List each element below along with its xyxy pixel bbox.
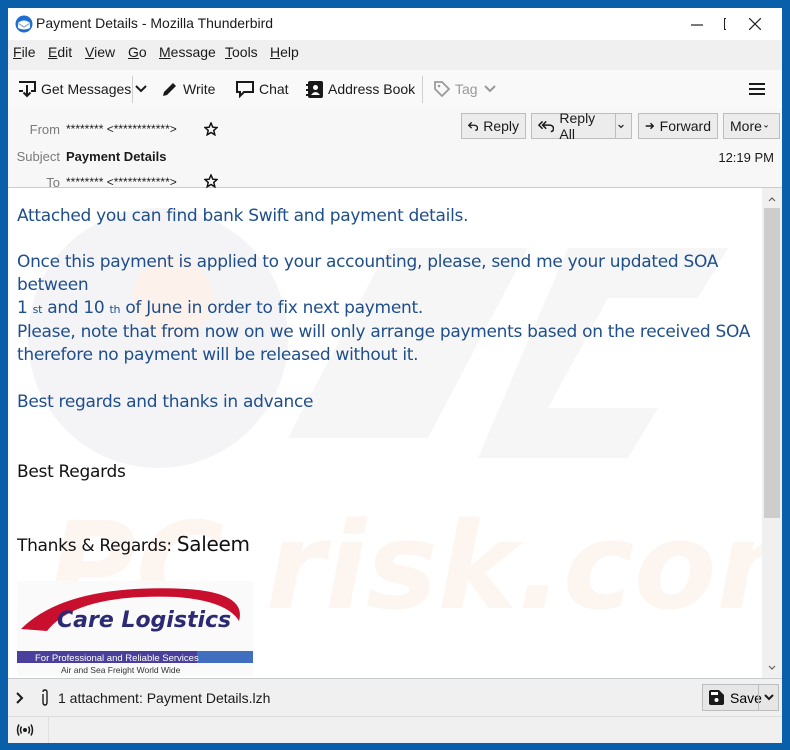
forward-button[interactable]: Forward bbox=[638, 113, 718, 139]
attachment-summary[interactable]: 1 attachment: Payment Details.lzh bbox=[58, 690, 270, 706]
to-value[interactable]: ******** <************> bbox=[66, 175, 177, 189]
message-time: 12:19 PM bbox=[718, 150, 774, 165]
window-title: Payment Details - Mozilla Thunderbird bbox=[36, 15, 274, 31]
write-button[interactable]: Write bbox=[161, 75, 215, 103]
more-button[interactable]: More bbox=[723, 113, 780, 139]
online-status-icon[interactable] bbox=[16, 723, 34, 737]
chevron-up-icon bbox=[768, 196, 776, 201]
chevron-down-icon[interactable] bbox=[764, 694, 774, 701]
star-icon[interactable] bbox=[204, 122, 218, 136]
chevron-down-icon bbox=[768, 665, 776, 670]
toolbar-separator bbox=[132, 76, 133, 103]
menu-go[interactable]: Go bbox=[128, 44, 147, 60]
forward-arrow-icon bbox=[645, 122, 655, 130]
message-header: From ******** <************> Subject Pay… bbox=[8, 108, 782, 190]
download-mail-icon bbox=[19, 81, 36, 98]
signature-line: Best Regards bbox=[17, 462, 126, 482]
menu-view[interactable]: View bbox=[85, 44, 115, 60]
hamburger-menu-icon bbox=[749, 83, 765, 95]
from-value[interactable]: ******** <************> bbox=[66, 122, 177, 136]
maximize-button[interactable] bbox=[680, 8, 726, 40]
close-icon bbox=[749, 18, 761, 30]
logo-subtagline: Air and Sea Freight World Wide bbox=[61, 665, 181, 675]
scroll-down-arrow[interactable] bbox=[762, 658, 782, 676]
menu-edit[interactable]: Edit bbox=[48, 44, 72, 60]
status-bar bbox=[8, 716, 782, 743]
expand-chevron-icon[interactable] bbox=[16, 692, 24, 704]
body-paragraph: Once this payment is applied to your acc… bbox=[17, 252, 719, 318]
subject-label: Subject bbox=[16, 149, 60, 164]
thunderbird-logo-icon bbox=[15, 15, 33, 33]
chevron-down-icon bbox=[135, 85, 147, 93]
main-toolbar: Get Messages Write Chat Address Book Tag bbox=[8, 70, 782, 109]
star-icon[interactable] bbox=[204, 174, 218, 188]
menu-file[interactable]: File bbox=[13, 44, 36, 60]
company-logo: Care Logistics For Professional and Reli… bbox=[17, 581, 253, 676]
logo-company-name: Care Logistics bbox=[57, 608, 231, 633]
reply-icon bbox=[468, 121, 479, 132]
get-messages-button[interactable]: Get Messages bbox=[17, 75, 131, 103]
maximize-icon bbox=[724, 18, 726, 30]
reply-all-button[interactable]: Reply All bbox=[531, 110, 615, 142]
chevron-down-icon bbox=[618, 124, 624, 128]
tag-button[interactable]: Tag bbox=[433, 75, 500, 103]
body-paragraph: Best regards and thanks in advance bbox=[17, 392, 314, 412]
get-messages-dropdown[interactable] bbox=[135, 75, 151, 103]
save-disk-icon bbox=[709, 690, 724, 705]
chat-button[interactable]: Chat bbox=[235, 75, 289, 103]
chat-icon bbox=[236, 81, 254, 98]
subject-value: Payment Details bbox=[66, 149, 167, 164]
reply-button[interactable]: Reply bbox=[461, 113, 526, 139]
pencil-icon bbox=[163, 83, 176, 96]
save-attachment-button[interactable]: Save bbox=[702, 684, 779, 711]
sender-name: Saleem bbox=[176, 532, 250, 556]
app-menu-button[interactable] bbox=[749, 75, 769, 103]
logo-tagline: For Professional and Reliable Services bbox=[35, 653, 199, 664]
menu-help[interactable]: Help bbox=[270, 44, 299, 60]
attachment-bar: 1 attachment: Payment Details.lzh Save bbox=[8, 678, 782, 717]
reply-all-dropdown[interactable] bbox=[615, 113, 632, 139]
message-body: PC risk.com Attached you can find bank S… bbox=[8, 188, 762, 678]
menu-tools[interactable]: Tools bbox=[225, 44, 258, 60]
chevron-down-icon bbox=[764, 124, 768, 128]
paperclip-icon bbox=[42, 689, 48, 706]
from-label: From bbox=[29, 122, 60, 137]
scroll-up-arrow[interactable] bbox=[762, 190, 782, 208]
status-separator bbox=[48, 717, 49, 743]
title-bar: Payment Details - Mozilla Thunderbird bbox=[8, 8, 782, 40]
message-scrollbar[interactable] bbox=[762, 188, 782, 678]
address-book-icon bbox=[306, 80, 323, 98]
menu-bar: File Edit View Go Message Tools Help bbox=[8, 40, 782, 70]
thunderbird-window: Payment Details - Mozilla Thunderbird Fi… bbox=[8, 8, 782, 743]
address-book-button[interactable]: Address Book bbox=[305, 75, 415, 103]
tag-icon bbox=[434, 81, 451, 98]
scrollbar-thumb[interactable] bbox=[764, 208, 780, 518]
chevron-down-icon bbox=[483, 85, 496, 93]
close-button[interactable] bbox=[732, 8, 778, 40]
reply-all-icon bbox=[538, 120, 555, 133]
signature-line: Thanks & Regards: Saleem bbox=[17, 532, 250, 557]
body-paragraph: Please, note that from now on we will on… bbox=[17, 322, 751, 365]
body-paragraph: Attached you can find bank Swift and pay… bbox=[17, 206, 469, 226]
menu-message[interactable]: Message bbox=[159, 44, 216, 60]
toolbar-separator bbox=[422, 76, 423, 103]
